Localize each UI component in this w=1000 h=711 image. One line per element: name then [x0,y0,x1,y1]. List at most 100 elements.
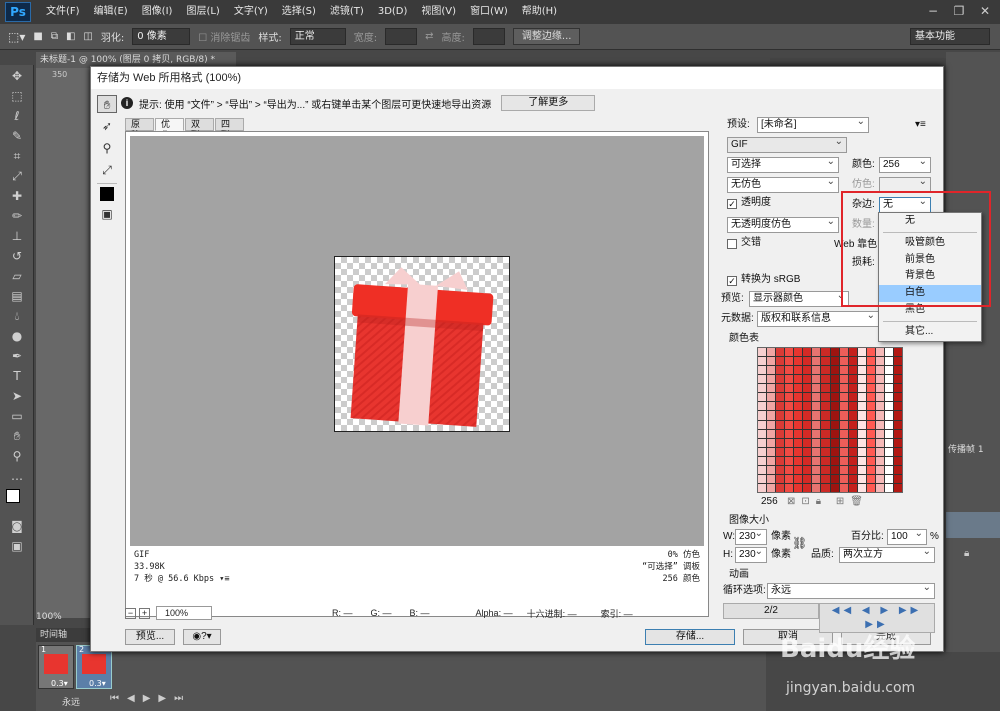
color-swatch[interactable] [776,456,785,465]
crop-tool-icon[interactable]: ⌗ [6,147,28,165]
zoom-select[interactable]: 100% [156,606,212,620]
width-input[interactable]: 230 [735,527,767,545]
color-swatch[interactable] [758,402,767,411]
dodge-tool-icon[interactable]: ● [6,327,28,345]
color-swatch[interactable] [776,483,785,492]
color-swatch[interactable] [866,465,875,474]
color-swatch[interactable] [821,456,830,465]
color-swatch[interactable] [884,357,893,366]
color-swatch[interactable] [803,375,812,384]
color-swatch[interactable] [821,411,830,420]
color-swatch[interactable] [803,429,812,438]
color-swatch[interactable] [839,465,848,474]
slice-select-icon[interactable]: ➶ [97,117,117,135]
color-swatch[interactable] [758,465,767,474]
toggle-slices-icon[interactable]: ▣ [97,205,117,223]
color-swatch[interactable] [839,402,848,411]
shape-tool-icon[interactable]: ▭ [6,407,28,425]
color-swatch[interactable] [812,366,821,375]
color-swatch[interactable] [785,402,794,411]
swap-icon[interactable]: ⇄ [425,31,433,42]
save-button[interactable]: 存储... [645,629,735,645]
color-swatch[interactable] [758,393,767,402]
screen-mode-icon[interactable]: ▣ [6,537,28,555]
color-swatch[interactable] [812,465,821,474]
brush-tool-icon[interactable]: ✏ [6,207,28,225]
color-swatch[interactable] [812,438,821,447]
style-select[interactable]: 正常 [289,28,346,45]
color-swatch[interactable] [857,402,866,411]
color-swatch[interactable] [821,375,830,384]
color-swatch[interactable] [893,447,902,456]
color-swatch[interactable] [866,420,875,429]
color-swatch[interactable] [812,447,821,456]
color-swatch[interactable] [848,402,857,411]
color-swatch[interactable] [821,465,830,474]
color-swatch[interactable] [866,456,875,465]
selection-mode-intersect-icon[interactable]: ◫ [83,31,92,42]
close-icon[interactable]: ✕ [976,2,994,20]
frame-delay[interactable]: 0.3▾ [51,679,68,688]
quick-select-tool-icon[interactable]: ✎ [6,127,28,145]
menu-type[interactable]: 文字(Y) [227,0,275,24]
color-swatch[interactable] [767,348,776,357]
color-swatch[interactable] [776,411,785,420]
matte-option-other[interactable]: 其它... [879,324,981,341]
color-table-tools[interactable]: ⊠⊡🔒︎ ⊞🗑︎ [787,495,869,509]
color-swatch[interactable] [794,420,803,429]
color-swatch[interactable] [875,429,884,438]
more-tools-icon[interactable]: … [6,467,28,485]
color-swatch[interactable] [767,366,776,375]
color-swatch[interactable] [785,375,794,384]
color-swatch[interactable] [848,483,857,492]
color-swatch[interactable] [812,357,821,366]
color-swatch[interactable] [848,393,857,402]
color-swatch[interactable] [785,384,794,393]
color-swatch[interactable] [857,456,866,465]
color-swatch[interactable] [875,375,884,384]
color-swatch[interactable] [776,393,785,402]
color-swatch[interactable] [839,366,848,375]
color-swatch[interactable] [866,429,875,438]
path-select-icon[interactable]: ➤ [6,387,28,405]
color-swatch[interactable] [794,384,803,393]
hand-icon[interactable]: ✋︎ [97,95,117,113]
color-swatch[interactable] [875,384,884,393]
transparency-dither-select[interactable]: 无透明度仿色 [727,215,839,233]
color-swatch[interactable] [812,429,821,438]
color-swatch[interactable] [785,357,794,366]
preset-select[interactable]: [未命名] [757,115,869,133]
color-swatch[interactable] [776,375,785,384]
foreground-color[interactable] [6,489,20,503]
color-swatch[interactable] [803,420,812,429]
color-swatch[interactable] [821,483,830,492]
color-swatch[interactable] [803,366,812,375]
menu-edit[interactable]: 编辑(E) [87,0,135,24]
layer-row-selected[interactable] [946,512,1000,538]
color-swatch[interactable] [884,393,893,402]
color-swatch[interactable] [857,465,866,474]
color-swatch[interactable] [866,474,875,483]
color-swatch[interactable] [893,420,902,429]
color-swatch[interactable] [785,438,794,447]
color-swatch[interactable] [830,402,839,411]
color-swatch[interactable] [821,429,830,438]
color-swatch[interactable] [758,429,767,438]
color-swatch[interactable] [866,438,875,447]
color-swatch[interactable] [821,366,830,375]
tab-2up[interactable]: 双联 [185,118,214,140]
reduction-select[interactable]: 可选择 [727,155,839,173]
feather-input[interactable]: 0 像素 [132,28,191,45]
color-swatch[interactable] [767,357,776,366]
color-swatch[interactable] [848,429,857,438]
color-swatch[interactable] [848,474,857,483]
color-table-grid[interactable] [757,347,903,493]
color-swatch[interactable] [866,375,875,384]
color-swatch[interactable] [758,456,767,465]
color-swatch[interactable] [803,402,812,411]
color-swatch[interactable] [875,420,884,429]
color-swatch[interactable] [839,357,848,366]
color-swatch[interactable] [893,384,902,393]
color-swatch[interactable] [884,465,893,474]
color-swatch[interactable] [803,483,812,492]
